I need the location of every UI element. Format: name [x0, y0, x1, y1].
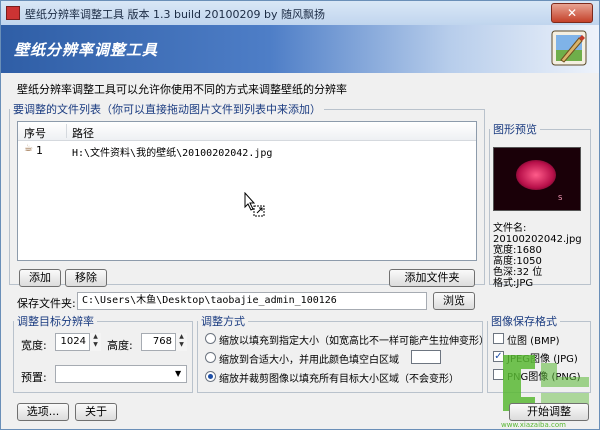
save-folder-input[interactable]: C:\Users\木鱼\Desktop\taobajie_admin_10012…	[77, 292, 427, 310]
adjust-mode-fill-label[interactable]: 缩放到合适大小，并用此颜色填空白区域	[219, 351, 399, 366]
adjust-mode-legend: 调整方式	[201, 315, 245, 328]
list-item-index: 1	[36, 144, 43, 157]
preset-select[interactable]	[55, 365, 187, 383]
preview-thumb-text: S	[558, 194, 563, 202]
target-resolution-legend: 调整目标分辨率	[17, 315, 94, 328]
options-button[interactable]: 选项...	[17, 403, 69, 421]
height-label: 高度:	[107, 339, 133, 352]
preview-thumbnail: S	[493, 147, 581, 211]
drag-cursor-icon	[244, 192, 265, 217]
add-folder-button[interactable]: 添加文件夹	[389, 269, 475, 287]
list-item[interactable]: ☕ 1 H:\文件资料\我的壁纸\20100202042.jpg	[18, 142, 476, 159]
about-button[interactable]: 关于	[75, 403, 117, 421]
save-folder-label: 保存文件夹:	[17, 297, 76, 310]
preview-image	[516, 160, 556, 190]
column-path[interactable]: 路径	[72, 125, 94, 141]
app-icon	[6, 6, 20, 20]
watermark-text: www.xiazaiba.com	[501, 421, 566, 429]
banner-title: 壁纸分辨率调整工具	[14, 41, 159, 59]
adjust-mode-stretch-radio[interactable]	[205, 333, 216, 344]
column-index[interactable]: 序号	[24, 125, 46, 141]
app-description: 壁纸分辨率调整工具可以允许你使用不同的方式来调整壁纸的分辨率	[17, 83, 347, 96]
file-list-legend: 要调整的文件列表（你可以直接拖动图片文件到列表中来添加）	[13, 103, 321, 116]
column-separator	[66, 124, 67, 138]
title-bar[interactable]: 壁纸分辨率调整工具 版本 1.3 build 20100209 by 随风飘扬 …	[1, 1, 599, 26]
adjust-mode-crop-label[interactable]: 缩放并裁剪图像以填充所有目标大小区域（不会变形）	[219, 370, 459, 385]
adjust-mode-fill-radio[interactable]	[205, 352, 216, 363]
adjust-mode-crop-radio[interactable]	[205, 371, 216, 382]
browse-button[interactable]: 浏览	[433, 292, 475, 310]
header-banner: 壁纸分辨率调整工具	[1, 25, 599, 73]
remove-button[interactable]: 移除	[65, 269, 107, 287]
main-window: 壁纸分辨率调整工具 版本 1.3 build 20100209 by 随风飘扬 …	[0, 0, 600, 430]
list-item-path: H:\文件资料\我的壁纸\20100202042.jpg	[72, 148, 273, 159]
adjust-mode-stretch-label[interactable]: 缩放以填充到指定大小（如宽高比不一样可能产生拉伸变形）	[219, 332, 489, 347]
image-file-icon: ☕	[24, 143, 33, 154]
add-button[interactable]: 添加	[19, 269, 61, 287]
format-bmp-label[interactable]: 位图 (BMP)	[507, 332, 560, 347]
width-label: 宽度:	[21, 339, 47, 352]
window-title: 壁纸分辨率调整工具 版本 1.3 build 20100209 by 随风飘扬	[25, 8, 326, 21]
start-button[interactable]: 开始调整	[509, 403, 589, 421]
preview-legend: 图形预览	[493, 123, 537, 136]
list-header: 序号 路径	[18, 122, 476, 141]
file-list[interactable]: 序号 路径 ☕ 1 H:\文件资料\我的壁纸\20100202042.jpg	[17, 121, 477, 261]
preview-info-format: 格式:JPG	[493, 278, 534, 289]
close-button[interactable]: ✕	[551, 3, 593, 23]
chevron-down-icon: ▼	[175, 369, 182, 378]
height-spinner[interactable]: ▲ ▼	[175, 333, 187, 351]
preset-label: 预置:	[21, 371, 47, 384]
width-spinner[interactable]: ▲ ▼	[89, 333, 101, 351]
fill-color-swatch[interactable]	[411, 350, 441, 364]
paint-brush-icon	[551, 30, 587, 66]
save-format-legend: 图像保存格式	[491, 315, 557, 328]
format-bmp-checkbox[interactable]	[493, 333, 504, 344]
